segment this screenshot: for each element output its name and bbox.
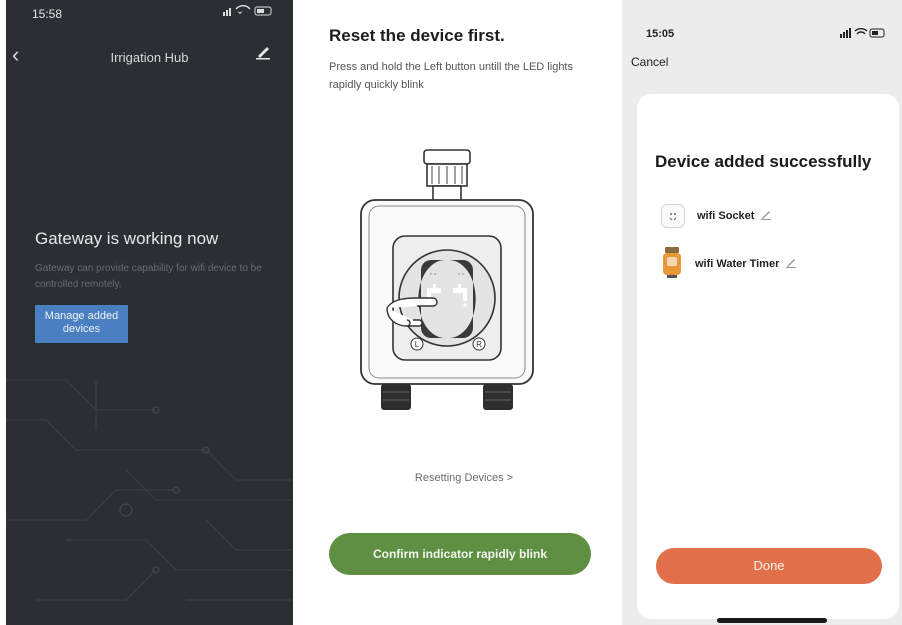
reset-instructions-screen: Reset the device first. Press and hold t… bbox=[309, 0, 619, 625]
reset-description: Press and hold the Left button untill th… bbox=[329, 61, 573, 91]
right-button-marker: R bbox=[476, 340, 482, 349]
device-row-socket[interactable]: wifi Socket bbox=[661, 204, 772, 228]
status-time: 15:05 bbox=[646, 28, 675, 40]
confirm-blink-button[interactable]: Confirm indicator rapidly blink bbox=[329, 533, 591, 575]
water-timer-icon bbox=[661, 244, 683, 283]
device-added-screen: 15:05 Cancel Device added successfully w… bbox=[622, 0, 902, 625]
rename-pencil-icon[interactable] bbox=[760, 207, 772, 225]
gateway-screen: 15:58 ‹ Irrigation Hub Gateway is workin… bbox=[6, 0, 293, 625]
gateway-status-heading: Gateway is working now bbox=[35, 229, 219, 248]
device-row-water-timer[interactable]: wifi Water Timer bbox=[661, 244, 797, 283]
resetting-devices-link[interactable]: Resetting Devices > bbox=[309, 472, 619, 484]
device-name: wifi Water Timer bbox=[695, 257, 780, 270]
done-button[interactable]: Done bbox=[656, 548, 882, 584]
success-title: Device added successfully bbox=[655, 152, 872, 171]
left-button-marker: L bbox=[415, 340, 420, 349]
home-indicator bbox=[717, 618, 827, 623]
nav-title: Irrigation Hub bbox=[110, 50, 189, 65]
rename-pencil-icon[interactable] bbox=[785, 255, 797, 273]
socket-icon bbox=[661, 204, 685, 228]
water-timer-device-illustration: L R bbox=[360, 149, 534, 410]
cancel-link[interactable]: Cancel bbox=[631, 55, 668, 69]
device-name: wifi Socket bbox=[697, 210, 755, 222]
gateway-description: Gateway can provide capability for wifi … bbox=[35, 263, 262, 290]
success-card: Device added successfully wifi Socket wi… bbox=[637, 94, 899, 619]
manage-devices-button[interactable]: Manage added devices bbox=[35, 305, 128, 343]
status-time: 15:58 bbox=[32, 7, 63, 21]
edit-pencil-icon[interactable] bbox=[255, 44, 271, 65]
status-icons bbox=[223, 5, 275, 20]
status-icons bbox=[840, 26, 888, 44]
reset-title: Reset the device first. bbox=[329, 26, 505, 45]
